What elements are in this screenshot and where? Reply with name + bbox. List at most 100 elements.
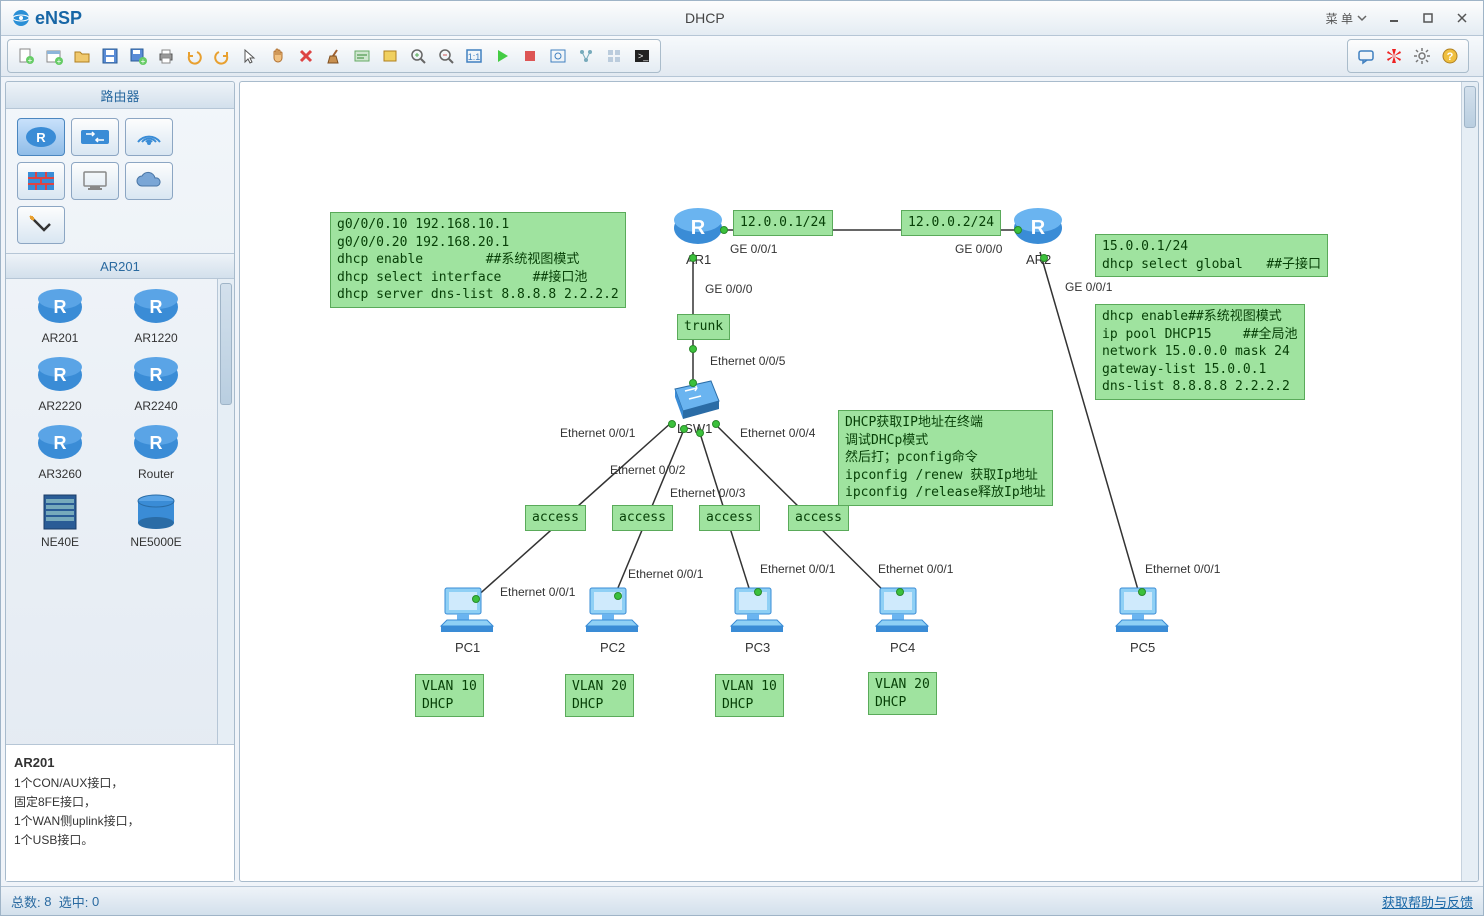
print-button[interactable] [153,43,179,69]
redo-button[interactable] [209,43,235,69]
model-AR1220[interactable]: R AR1220 [108,285,204,345]
broom-button[interactable] [321,43,347,69]
device-PC1[interactable] [435,582,499,641]
zoom-fit-icon: 1:1 [465,47,483,65]
model-AR2240[interactable]: RAR2240 [108,353,204,413]
model-icon: R [130,285,182,329]
zoom-in-button[interactable] [405,43,431,69]
annotation-note[interactable]: access [788,505,849,531]
help-button[interactable]: ? [1437,43,1463,69]
huawei-button[interactable] [1381,43,1407,69]
maximize-icon [1422,12,1434,24]
print-icon [157,47,175,65]
save-as-button[interactable]: + [125,43,151,69]
annotation-note[interactable]: access [612,505,673,531]
annotation-note[interactable]: VLAN 20 DHCP [868,672,937,715]
select-tool-button[interactable] [237,43,263,69]
annotation-note[interactable]: 12.0.0.1/24 [733,210,833,236]
model-label: AR1220 [108,331,204,345]
category-firewall[interactable] [17,162,65,200]
model-AR201[interactable]: RAR201 [12,285,108,345]
model-Router[interactable]: RRouter [108,421,204,481]
status-sel-label: 选中: [59,892,89,911]
sidebar-header: 路由器 [6,82,234,109]
category-wlan[interactable] [125,118,173,156]
text-button[interactable] [349,43,375,69]
pc-icon [78,168,112,194]
settings-button[interactable] [1409,43,1435,69]
port-dot [689,345,697,353]
cli-button[interactable]: >_ [629,43,655,69]
model-NE40E[interactable]: NE40E [12,489,108,549]
message-button[interactable] [1353,43,1379,69]
stop-icon [521,47,539,65]
status-total-label: 总数: [11,892,41,911]
menu-button[interactable]: 菜 单 [1318,10,1375,27]
annotation-note[interactable]: trunk [677,314,730,340]
help-link[interactable]: 获取帮助与反馈 [1382,892,1473,911]
minimize-button[interactable] [1379,6,1409,30]
category-pc[interactable] [71,162,119,200]
port-label: Ethernet 0/0/1 [500,585,575,599]
shape-button[interactable] [377,43,403,69]
canvas-scrollbar[interactable] [1461,82,1478,881]
port-dot [712,420,720,428]
undo-button[interactable] [181,43,207,69]
stop-button[interactable] [517,43,543,69]
svg-text:+: + [141,57,146,65]
annotation-note[interactable]: access [525,505,586,531]
svg-text:R: R [691,217,706,239]
annotation-note[interactable]: 12.0.0.2/24 [901,210,1001,236]
annotation-note[interactable]: VLAN 20 DHCP [565,674,634,717]
zoom-fit-button[interactable]: 1:1 [461,43,487,69]
pan-tool-button[interactable] [265,43,291,69]
device-LSW1[interactable] [667,377,727,426]
model-icon: R [34,421,86,465]
grid-button[interactable] [601,43,627,69]
save-button[interactable] [97,43,123,69]
annotation-note[interactable]: 15.0.0.1/24 dhcp select global ##子接口 [1095,234,1328,277]
device-PC2[interactable] [580,582,644,641]
topology-button[interactable] [573,43,599,69]
category-cloud[interactable] [125,162,173,200]
canvas[interactable]: RAR1GE 0/0/1GE 0/0/0RAR2GE 0/0/0GE 0/0/1… [240,82,1478,881]
new-topo-button[interactable]: + [13,43,39,69]
firewall-icon [24,168,58,194]
device-AR1[interactable]: R [670,202,726,253]
model-AR2220[interactable]: RAR2220 [12,353,108,413]
category-link[interactable] [17,206,65,244]
app-logo: eNSP [1,8,92,29]
annotation-note[interactable]: DHCP获取IP地址在终端 调试DHCp模式 然后打；pconfig命令 ipc… [838,410,1053,506]
annotation-note[interactable]: access [699,505,760,531]
canvas-scroll-thumb[interactable] [1464,86,1476,128]
category-switch[interactable] [71,118,119,156]
huawei-icon [1385,47,1403,65]
sidebar-scrollbar[interactable] [217,279,234,744]
port-label: Ethernet 0/0/4 [740,426,815,440]
zoom-out-icon [437,47,455,65]
maximize-button[interactable] [1413,6,1443,30]
port-dot [1040,254,1048,262]
annotation-note[interactable]: dhcp enable##系统视图模式 ip pool DHCP15 ##全局池… [1095,304,1305,400]
start-button[interactable] [489,43,515,69]
wlan-icon [132,124,166,150]
model-NE5000E[interactable]: NE5000E [108,489,204,549]
close-button[interactable] [1447,6,1477,30]
model-AR3260[interactable]: RAR3260 [12,421,108,481]
delete-button[interactable] [293,43,319,69]
category-row: R [6,109,234,254]
cloud-icon [132,168,166,194]
port-label: Ethernet 0/0/1 [760,562,835,576]
port-dot [896,588,904,596]
shape-icon [381,47,399,65]
capture-button[interactable] [545,43,571,69]
zoom-out-button[interactable] [433,43,459,69]
open-button[interactable] [69,43,95,69]
sidebar-scroll-thumb[interactable] [220,283,232,405]
annotation-note[interactable]: VLAN 10 DHCP [415,674,484,717]
annotation-note[interactable]: VLAN 10 DHCP [715,674,784,717]
new-project-button[interactable]: + [41,43,67,69]
minimize-icon [1388,12,1400,24]
annotation-note[interactable]: g0/0/0.10 192.168.10.1 g0/0/0.20 192.168… [330,212,626,308]
category-router[interactable]: R [17,118,65,156]
